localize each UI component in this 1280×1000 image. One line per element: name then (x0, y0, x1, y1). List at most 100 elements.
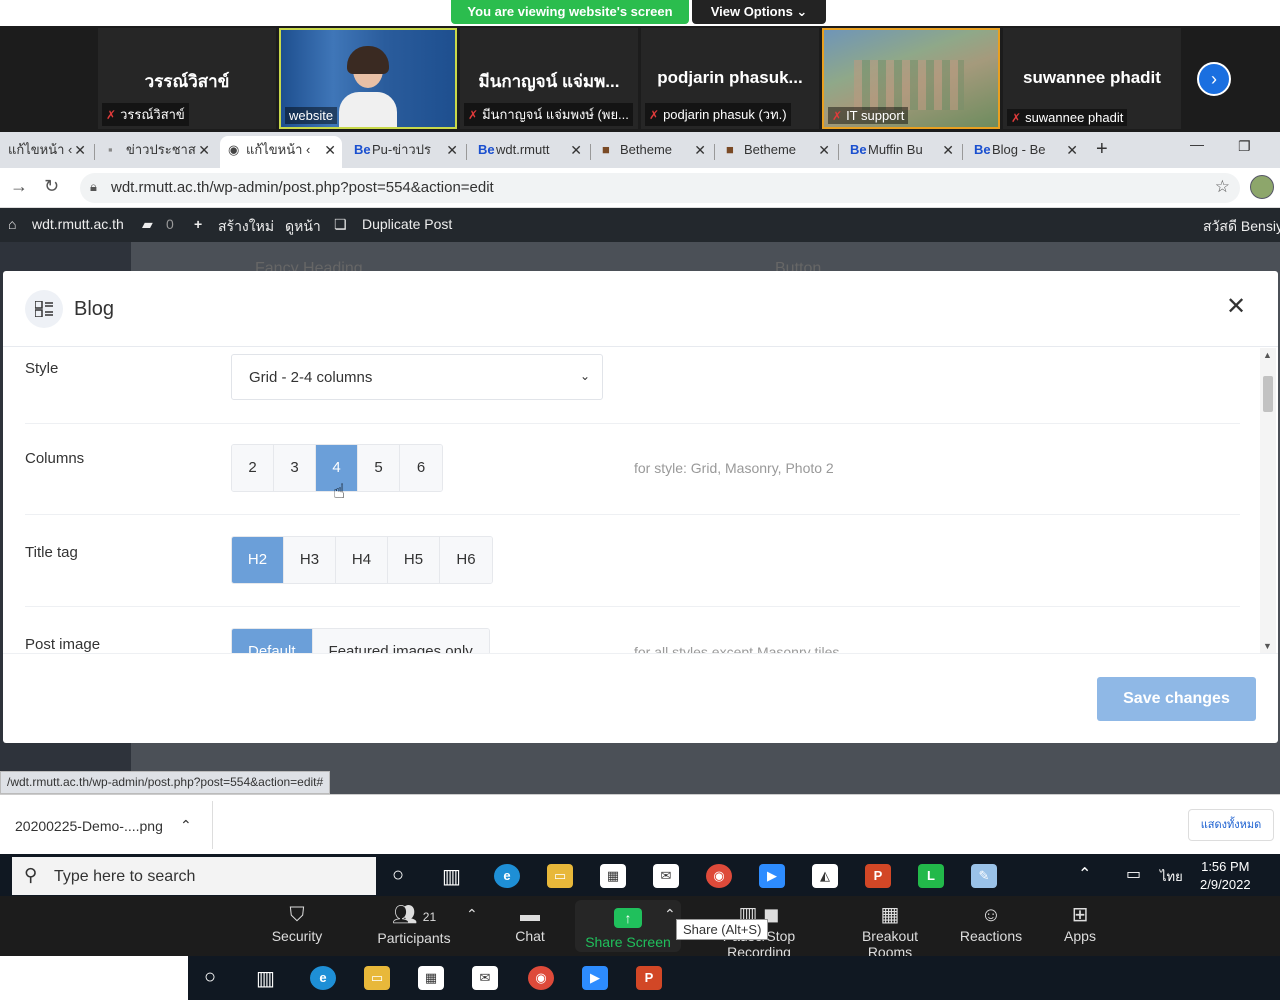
save-changes-button[interactable]: Save changes (1097, 677, 1256, 721)
chrome-icon[interactable]: ◉ (528, 966, 554, 990)
post-image-option-default[interactable]: Default (232, 629, 313, 653)
participants-button[interactable]: 👥︎ 21 Participants (372, 902, 456, 946)
scroll-down-icon[interactable]: ▼ (1263, 641, 1272, 651)
next-page-arrow-icon[interactable]: › (1197, 62, 1231, 96)
powerpoint-icon[interactable]: P (865, 864, 891, 888)
title-tag-option-h2[interactable]: H2 (232, 537, 284, 583)
scroll-up-icon[interactable]: ▲ (1263, 350, 1272, 360)
line-app-icon[interactable]: L (918, 864, 944, 888)
close-tab-icon[interactable]: ✕ (1066, 136, 1078, 164)
url-text[interactable]: wdt.rmutt.ac.th/wp-admin/post.php?post=5… (111, 179, 494, 196)
taskbar-search-box[interactable]: ⚲ Type here to search (12, 857, 376, 895)
store-icon[interactable]: ▦ (600, 864, 626, 888)
participants-chevron-up-icon[interactable]: ⌃ (466, 906, 478, 923)
duplicate-post-link[interactable]: Duplicate Post (362, 216, 452, 232)
profile-avatar-icon[interactable] (1250, 175, 1274, 199)
close-icon[interactable]: ✕ (1226, 295, 1246, 319)
lock-icon[interactable]: 🔒︎ (90, 179, 97, 195)
browser-tab[interactable]: BeMuffin Bu ✕ (842, 136, 960, 168)
view-page-link[interactable]: ดูหน้า (285, 216, 321, 238)
security-button[interactable]: ⛉ Security (268, 902, 326, 944)
new-tab-icon[interactable]: + (1096, 138, 1108, 161)
title-tag-option-h3[interactable]: H3 (284, 537, 336, 583)
task-view-icon[interactable]: ▥ (442, 864, 461, 889)
columns-option-2[interactable]: 2 (232, 445, 274, 491)
comment-icon[interactable]: ▰ (142, 216, 153, 233)
powerpoint-icon[interactable]: P (636, 966, 662, 990)
browser-tab[interactable]: BePu-ข่าวปร ✕ (346, 136, 464, 168)
participant-tile-active-speaker[interactable]: website (279, 28, 457, 129)
site-name-link[interactable]: wdt.rmutt.ac.th (32, 216, 124, 232)
minimize-icon[interactable]: — (1190, 136, 1204, 152)
close-tab-icon[interactable]: ✕ (198, 136, 210, 164)
browser-tab[interactable]: แก้ไขหน้า ‹ ✕ (0, 136, 92, 168)
cortana-icon[interactable]: ○ (392, 864, 404, 887)
mail-icon[interactable]: ✉ (472, 966, 498, 990)
participant-tile[interactable]: วรรณ์วิสาข์ ✗ วรรณ์วิสาข์ (98, 28, 276, 129)
apps-button[interactable]: ⊞ Apps (1058, 902, 1102, 944)
columns-option-5[interactable]: 5 (358, 445, 400, 491)
comment-count[interactable]: 0 (166, 216, 174, 232)
chevron-up-icon[interactable]: ⌃ (180, 817, 192, 834)
new-content-link[interactable]: สร้างใหม่ (218, 216, 274, 238)
participant-tile[interactable]: ✗ IT support (822, 28, 1000, 129)
style-select[interactable]: Grid - 2-4 columns ⌄ (231, 354, 603, 400)
store-icon[interactable]: ▦ (418, 966, 444, 990)
close-tab-icon[interactable]: ✕ (324, 136, 336, 164)
title-tag-option-h4[interactable]: H4 (336, 537, 388, 583)
tray-chevron-up-icon[interactable]: ⌃ (1078, 864, 1091, 884)
close-tab-icon[interactable]: ✕ (446, 136, 458, 164)
home-icon[interactable]: ⌂ (8, 216, 16, 232)
file-explorer-icon[interactable]: ▭ (547, 864, 573, 888)
view-options-button[interactable]: View Options ⌄ (692, 0, 826, 24)
edge-icon[interactable]: e (494, 864, 520, 888)
columns-option-3[interactable]: 3 (274, 445, 316, 491)
close-tab-icon[interactable]: ✕ (570, 136, 582, 164)
modal-body[interactable]: Style Grid - 2-4 columns ⌄ Columns 2 3 4… (3, 348, 1278, 653)
post-image-option-featured[interactable]: Featured images only (312, 629, 489, 653)
reload-icon[interactable]: ↻ (44, 176, 59, 197)
columns-option-6[interactable]: 6 (400, 445, 442, 491)
input-language[interactable]: ไทย (1160, 866, 1183, 887)
network-icon[interactable]: ▭ (1126, 864, 1141, 884)
browser-tab[interactable]: BeBlog - Be ✕ (966, 136, 1084, 168)
back-arrow-icon[interactable]: → (10, 176, 28, 197)
plus-icon[interactable]: + (194, 216, 202, 232)
browser-tab[interactable]: Bewdt.rmutt ✕ (470, 136, 588, 168)
close-tab-icon[interactable]: ✕ (818, 136, 830, 164)
mail-icon[interactable]: ✉ (653, 864, 679, 888)
tray-clock[interactable]: 1:56 PM 2/9/2022 (1200, 858, 1251, 894)
breakout-rooms-button[interactable]: ▦ Breakout Rooms (840, 902, 940, 960)
browser-tab[interactable]: ▪ ข่าวประชาส ✕ (100, 136, 216, 168)
reactions-button[interactable]: ☺ Reactions (958, 902, 1024, 944)
notes-app-icon[interactable]: ✎ (971, 864, 997, 888)
task-view-icon[interactable]: ▥ (256, 966, 275, 991)
edge-icon[interactable]: e (310, 966, 336, 990)
cortana-icon[interactable]: ○ (204, 966, 216, 989)
participant-tile[interactable]: มีนกาญจน์ แจ่มพ... ✗ มีนกาญจน์ แจ่มพงษ์ (… (460, 28, 638, 129)
taskbar-search-area[interactable] (0, 956, 188, 1000)
user-greeting[interactable]: สวัสดี Bensiya (1203, 216, 1280, 238)
close-tab-icon[interactable]: ✕ (694, 136, 706, 164)
chrome-icon[interactable]: ◉ (706, 864, 732, 888)
browser-tab[interactable]: ■ Betheme ✕ (718, 136, 836, 168)
participant-tile[interactable]: podjarin phasuk... ✗ podjarin phasuk (วท.… (641, 28, 819, 129)
duplicate-icon[interactable]: ❏ (334, 216, 347, 233)
downloaded-file[interactable]: 20200225-Demo-....png (15, 818, 163, 834)
browser-tab[interactable]: ■ Betheme ✕ (594, 136, 712, 168)
zoom-app-icon[interactable]: ▶ (582, 966, 608, 990)
restore-window-icon[interactable]: ❐ (1238, 138, 1251, 155)
participant-tile[interactable]: suwannee phadit ✗ suwannee phadit (1003, 28, 1181, 129)
file-explorer-icon[interactable]: ▭ (364, 966, 390, 990)
photos-icon[interactable]: ◭ (812, 864, 838, 888)
close-tab-icon[interactable]: ✕ (74, 136, 86, 164)
close-tab-icon[interactable]: ✕ (942, 136, 954, 164)
scrollbar-thumb[interactable] (1263, 376, 1273, 412)
modal-scrollbar[interactable]: ▲ ▼ (1260, 348, 1276, 653)
browser-tab-active[interactable]: ◉ แก้ไขหน้า ‹ ✕ (220, 136, 342, 168)
title-tag-option-h5[interactable]: H5 (388, 537, 440, 583)
chat-button[interactable]: ▬ Chat (510, 902, 550, 944)
zoom-app-icon[interactable]: ▶ (759, 864, 785, 888)
share-chevron-up-icon[interactable]: ⌃ (664, 906, 676, 923)
show-all-downloads-button[interactable]: แสดงทั้งหมด (1188, 809, 1274, 841)
